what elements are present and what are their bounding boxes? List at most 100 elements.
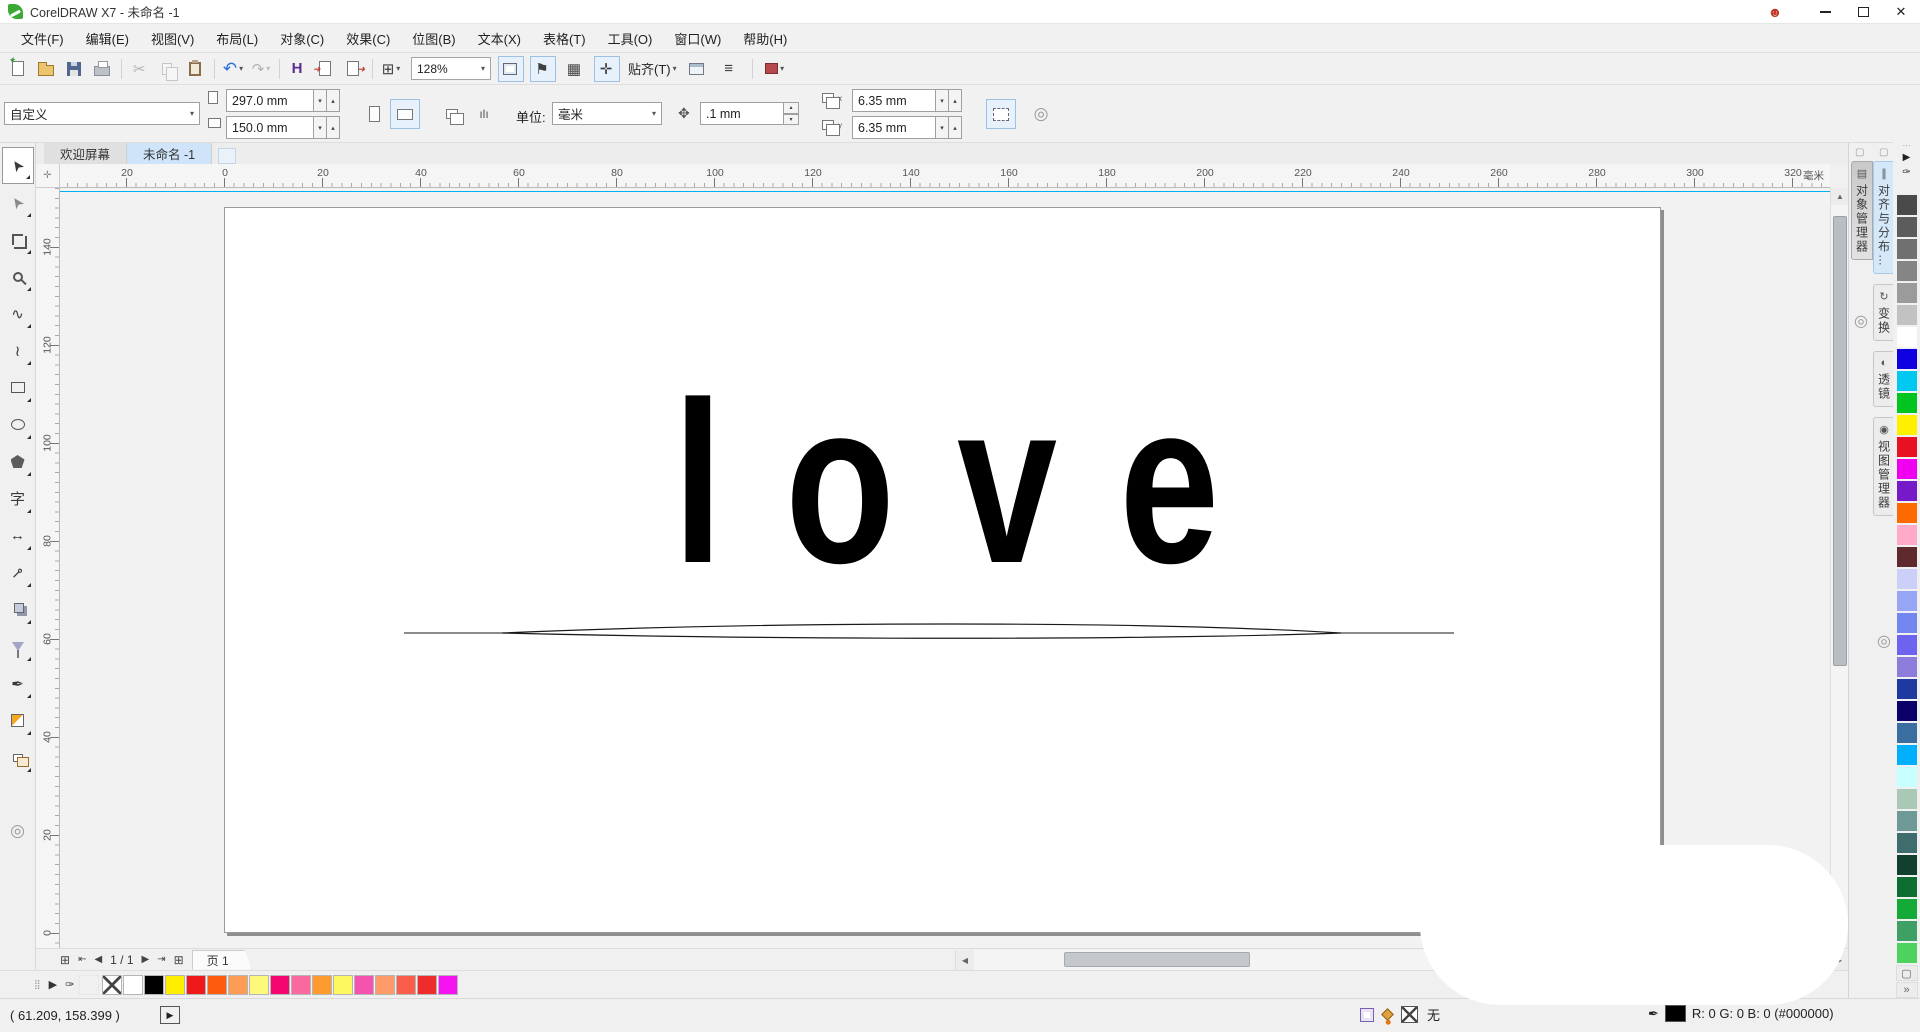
units-combo[interactable]: 毫米▾ [552,102,662,125]
color-swatch[interactable] [1896,568,1918,590]
interactive-fill-tool[interactable] [2,702,34,739]
options-button[interactable] [685,56,711,82]
palette-swatch[interactable] [438,975,458,995]
new-document-button[interactable] [6,56,32,82]
curve-object[interactable] [60,188,1830,948]
palette-grip[interactable]: ⣿ [34,979,42,990]
menu-item[interactable]: 视图(V) [140,25,205,52]
color-swatch[interactable] [1896,876,1918,898]
color-swatch[interactable] [1896,722,1918,744]
extrude-tool[interactable] [2,591,34,628]
search-content-button[interactable]: H [285,56,311,82]
quick-customize-button[interactable]: ◎ [0,821,35,841]
vertical-scrollbar[interactable]: ▲ ▼ [1830,188,1848,948]
quick-customize-button[interactable]: ◎ [1026,99,1056,129]
snap-toggle-button[interactable]: ✛ [594,56,620,82]
connector-tool[interactable]: ⊸ [2,554,34,591]
menu-item[interactable]: 位图(B) [401,25,466,52]
show-rulers-button[interactable]: ⚑ [530,56,556,82]
show-grid-button[interactable]: ▦ [562,56,588,82]
menu-item[interactable]: 编辑(E) [75,25,140,52]
palette-swatch[interactable] [207,975,227,995]
palette-swatch[interactable] [417,975,437,995]
polygon-tool[interactable] [2,443,34,480]
color-swatch[interactable] [1896,480,1918,502]
palette-scroll-button[interactable]: ▢ [1896,965,1918,981]
horizontal-scroll-thumb[interactable] [1064,952,1250,967]
docker-pin-icon[interactable]: ▢ [1879,147,1888,158]
save-button[interactable] [62,56,88,82]
print-button[interactable] [90,56,116,82]
duplicate-x-spinner[interactable]: ▾▴ [936,89,962,112]
palette-arrow-icon[interactable]: ▶ [49,978,57,991]
palette-swatch[interactable] [249,975,269,995]
color-swatch[interactable] [1896,634,1918,656]
vertical-ruler[interactable]: 140120100806040200 毫米 [36,188,60,970]
color-swatch[interactable] [1896,832,1918,854]
snap-menu-button[interactable]: 贴齐(T)▾ [622,56,683,82]
tab-untitled-1[interactable]: 未命名 -1 [127,143,212,164]
next-page-button[interactable]: ▶ [142,954,150,965]
menu-item[interactable]: 对象(C) [269,25,335,52]
color-swatch[interactable] [1896,766,1918,788]
page-width-field[interactable]: 297.0 mm [226,89,314,112]
docker-collapse-button[interactable]: ◎ [1854,311,1868,331]
first-page-button[interactable]: ⇤ [78,954,86,965]
palette-swatch[interactable] [291,975,311,995]
palette-expand-button[interactable]: » [1896,982,1918,998]
palette-grip[interactable]: ⋯ [1903,142,1911,150]
tab-welcome-screen[interactable]: 欢迎屏幕 [44,143,127,164]
all-pages-size-button[interactable]: ılı [470,99,498,129]
add-page-button[interactable]: ⊞ [60,953,70,967]
rectangle-tool[interactable] [2,369,34,406]
palette-swatch[interactable] [228,975,248,995]
play-button[interactable]: ▶ [160,1006,180,1024]
pick-tool[interactable]: ➤ [2,147,34,184]
customize-button[interactable]: ≡ [717,56,743,82]
palette-swatch[interactable] [333,975,353,995]
copy-button[interactable] [155,56,181,82]
eyedropper-icon[interactable]: ✑ [65,978,74,991]
menu-item[interactable]: 文件(F) [10,25,75,52]
docker-tab-align-distribute[interactable]: ∥ 对齐与分布… [1873,161,1895,274]
shape-tool[interactable]: ➤ [2,184,34,221]
open-button[interactable] [34,56,60,82]
previous-page-button[interactable]: ◀ [94,954,102,965]
color-swatch[interactable] [1896,744,1918,766]
landscape-button[interactable] [390,99,420,129]
color-eyedropper-tool[interactable]: ✒ [2,665,34,702]
menu-item[interactable]: 帮助(H) [732,25,798,52]
menu-item[interactable]: 文本(X) [467,25,532,52]
export-button[interactable] [341,56,367,82]
no-fill-swatch[interactable] [1401,1006,1418,1023]
cut-button[interactable]: ✂ [127,56,153,82]
color-swatch[interactable] [1896,942,1918,964]
fill-bucket-icon[interactable] [1381,1008,1394,1021]
color-swatch[interactable] [1896,436,1918,458]
color-swatch[interactable] [1896,678,1918,700]
dimension-tool[interactable]: ↔ [2,517,34,554]
smart-fill-tool[interactable] [2,739,34,776]
nudge-spinner[interactable]: ▴▾ [784,102,799,125]
color-swatch[interactable] [1896,612,1918,634]
menu-item[interactable]: 布局(L) [205,25,269,52]
palette-swatch[interactable] [123,975,143,995]
welcome-chooser-button[interactable]: ▾ [762,56,788,82]
color-swatch[interactable] [1896,216,1918,238]
palette-swatch[interactable] [375,975,395,995]
docker-tab-transform[interactable]: ↻ 变换 [1873,284,1895,341]
artistic-media-tool[interactable]: ≀ [2,332,34,369]
palette-swatch[interactable] [396,975,416,995]
outline-pen-icon[interactable]: ✒ [1648,1006,1659,1022]
outline-color-swatch[interactable] [1665,1005,1686,1022]
page-width-spinner[interactable]: ▾▴ [314,89,340,112]
color-swatch[interactable] [1896,898,1918,920]
palette-swatch[interactable] [165,975,185,995]
portrait-button[interactable] [362,99,386,129]
palette-swatch[interactable] [354,975,374,995]
color-swatch[interactable] [1896,810,1918,832]
color-swatch[interactable] [1896,370,1918,392]
color-swatch[interactable] [1896,260,1918,282]
color-swatch[interactable] [1896,854,1918,876]
color-swatch[interactable] [1896,238,1918,260]
